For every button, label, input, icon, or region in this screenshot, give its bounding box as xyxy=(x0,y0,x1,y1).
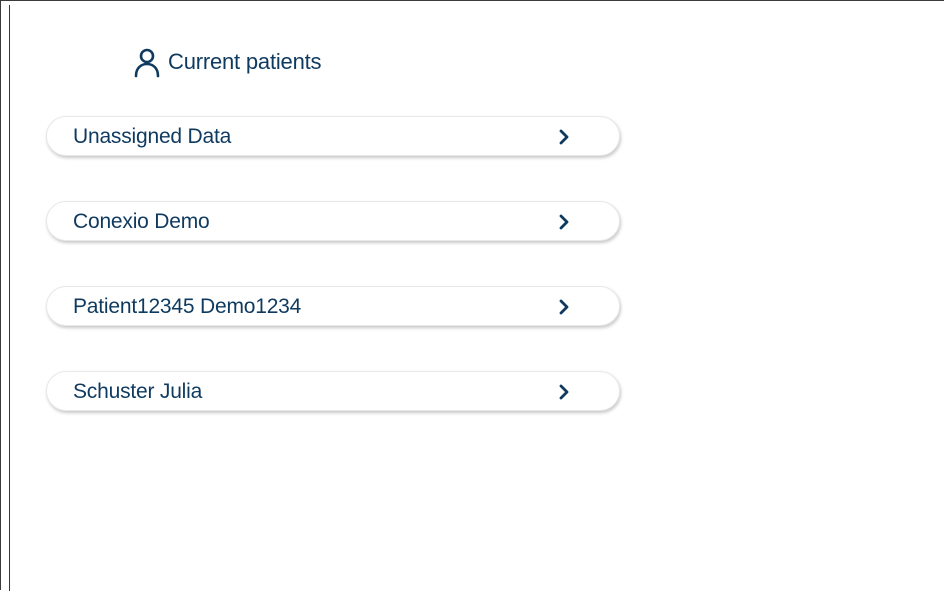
patient-item-conexio-demo[interactable]: Conexio Demo xyxy=(46,201,620,241)
current-patients-header: Current patients xyxy=(132,45,322,79)
app-window: Current patients Unassigned Data Conexio… xyxy=(0,0,944,591)
chevron-right-icon xyxy=(554,297,574,317)
patient-item-schuster-julia[interactable]: Schuster Julia xyxy=(46,371,620,411)
chevron-right-icon xyxy=(554,212,574,232)
chevron-right-icon xyxy=(554,382,574,402)
patient-name: Conexio Demo xyxy=(73,210,210,233)
patient-item-unassigned-data[interactable]: Unassigned Data xyxy=(46,116,620,156)
patient-name: Schuster Julia xyxy=(73,380,203,403)
chevron-right-icon xyxy=(554,127,574,147)
patients-panel: Current patients Unassigned Data Conexio… xyxy=(1,1,944,591)
patient-name: Patient12345 Demo1234 xyxy=(73,295,302,318)
patient-list: Unassigned Data Conexio Demo Patient1234… xyxy=(46,116,620,456)
page-title: Current patients xyxy=(168,49,322,74)
patient-item-patient12345-demo1234[interactable]: Patient12345 Demo1234 xyxy=(46,286,620,326)
person-icon xyxy=(132,45,162,79)
patient-name: Unassigned Data xyxy=(73,125,232,148)
